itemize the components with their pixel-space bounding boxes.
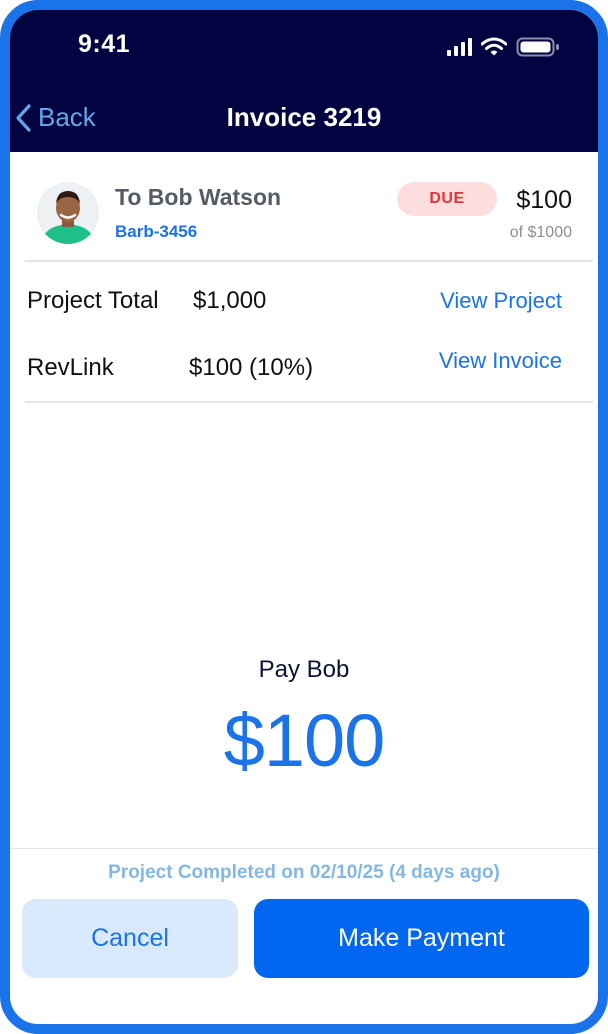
- completion-note: Project Completed on 02/10/25 (4 days ag…: [108, 862, 500, 883]
- status-time: 9:41: [78, 30, 131, 58]
- cancel-button[interactable]: Cancel: [22, 899, 238, 978]
- battery-icon: [516, 37, 559, 57]
- avatar-image: [37, 182, 99, 244]
- wifi-icon: [481, 37, 507, 56]
- make-payment-button[interactable]: Make Payment: [254, 899, 589, 978]
- recipient-id: Barb-3456: [115, 222, 198, 241]
- project-total-value: $1,000: [193, 287, 267, 314]
- view-project-link[interactable]: View Project: [440, 288, 562, 314]
- project-total-label: Project Total: [27, 287, 159, 314]
- signal-icon: [447, 38, 472, 56]
- status-icons: [447, 36, 560, 58]
- recipient-header: To Bob Watson Barb-3456 DUE $100 of $100…: [10, 152, 598, 260]
- pay-label: Pay Bob: [258, 656, 350, 683]
- page-title: Invoice 3219: [226, 102, 382, 132]
- footer-divider: [10, 848, 598, 849]
- amount-total: of $1000: [509, 224, 572, 241]
- phone-frame: 9:41 Back Invoice 3219 To Bob Watson Bar…: [0, 0, 608, 1034]
- status-badge: DUE: [397, 182, 497, 216]
- divider: [25, 260, 593, 262]
- revlink-value: $100 (10%): [189, 354, 314, 381]
- revlink-label: RevLink: [27, 354, 114, 381]
- avatar: [37, 182, 99, 244]
- recipient-name: To Bob Watson: [115, 184, 282, 210]
- pay-amount: $100: [223, 699, 386, 782]
- view-invoice-link[interactable]: View Invoice: [439, 348, 562, 374]
- divider: [25, 401, 593, 403]
- amount-due: $100: [516, 186, 572, 214]
- top-navigation-bar: 9:41 Back Invoice 3219: [10, 10, 598, 152]
